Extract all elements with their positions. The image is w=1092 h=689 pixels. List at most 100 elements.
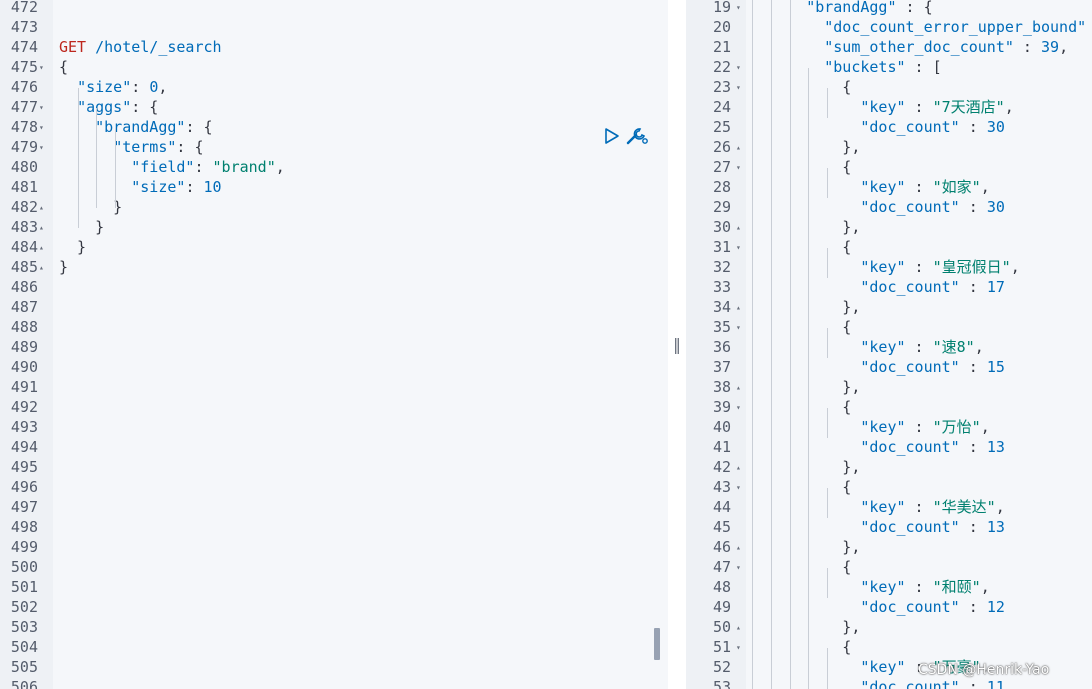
code-line: } — [59, 217, 104, 237]
fold-expand-icon[interactable]: ▴ — [736, 458, 741, 478]
code-line: "key" : "如家", — [752, 177, 989, 197]
line-number: 24 — [712, 98, 731, 116]
fold-collapse-icon[interactable]: ▾ — [39, 98, 44, 118]
line-number: 28 — [712, 178, 731, 196]
line-number: 493 — [10, 418, 38, 436]
line-number: 492 — [10, 398, 38, 416]
fold-expand-icon[interactable]: ▴ — [736, 538, 741, 558]
fold-collapse-icon[interactable]: ▾ — [39, 58, 44, 78]
code-token: } — [59, 218, 105, 236]
code-token: : — [194, 158, 213, 176]
line-number: 506 — [10, 678, 38, 689]
code-token: }, — [752, 458, 861, 476]
request-actions — [603, 126, 649, 146]
code-token: "doc_count" — [860, 598, 960, 616]
fold-collapse-icon[interactable]: ▾ — [736, 78, 741, 98]
code-line: "brandAgg": { — [59, 117, 212, 137]
code-line: "size": 10 — [59, 177, 221, 197]
fold-expand-icon[interactable]: ▴ — [39, 258, 44, 278]
code-line: { — [752, 637, 851, 657]
code-token: } — [59, 258, 69, 276]
code-line: "key" : "7天酒店", — [752, 97, 1013, 117]
code-token: { — [752, 238, 852, 256]
indent-guide — [827, 488, 828, 518]
code-line: "size": 0, — [59, 77, 167, 97]
code-token: 13 — [986, 518, 1005, 536]
code-line: "key" : "速8", — [752, 337, 983, 357]
code-token: "field" — [131, 158, 195, 176]
fold-collapse-icon[interactable]: ▾ — [736, 0, 741, 18]
fold-expand-icon[interactable]: ▴ — [39, 238, 44, 258]
code-line: { — [752, 317, 851, 337]
wrench-icon[interactable] — [625, 126, 649, 146]
line-number: 487 — [10, 298, 38, 316]
code-token: { — [752, 318, 852, 336]
fold-collapse-icon[interactable]: ▾ — [736, 238, 741, 258]
fold-expand-icon[interactable]: ▴ — [736, 218, 741, 238]
code-token: : — [905, 178, 933, 196]
line-number: 52 — [712, 658, 731, 676]
code-token: , — [275, 158, 285, 176]
code-token: }, — [752, 378, 861, 396]
fold-collapse-icon[interactable]: ▾ — [736, 398, 741, 418]
fold-collapse-icon[interactable]: ▾ — [736, 638, 741, 658]
code-token: "brandAgg" — [95, 118, 186, 136]
code-line: }, — [752, 137, 860, 157]
fold-expand-icon[interactable]: ▴ — [736, 378, 741, 398]
line-number: 44 — [712, 498, 731, 516]
fold-collapse-icon[interactable]: ▾ — [39, 138, 44, 158]
resize-handle-icon[interactable]: ‖ — [673, 335, 681, 354]
code-token: "key" — [860, 578, 906, 596]
code-line: { — [752, 557, 851, 577]
request-scrollbar[interactable] — [654, 628, 660, 660]
line-number: 21 — [712, 38, 731, 56]
fold-collapse-icon[interactable]: ▾ — [736, 318, 741, 338]
line-number: 481 — [10, 178, 38, 196]
indent-guide — [78, 88, 79, 228]
line-number: 53 — [712, 678, 731, 689]
line-number: 501 — [10, 578, 38, 596]
line-number: 474 — [10, 38, 38, 56]
line-number: 30 — [712, 218, 731, 236]
fold-collapse-icon[interactable]: ▾ — [736, 478, 741, 498]
fold-collapse-icon[interactable]: ▾ — [39, 118, 44, 138]
play-icon[interactable] — [603, 126, 621, 146]
response-viewer[interactable]: 19 ▾ "brandAgg" : {20 "doc_count_error_up… — [686, 0, 1092, 689]
code-token: "doc_count" — [860, 278, 960, 296]
line-number: 472 — [10, 0, 38, 16]
fold-expand-icon[interactable]: ▴ — [39, 218, 44, 238]
line-number: 46 — [712, 538, 731, 556]
fold-expand-icon[interactable]: ▴ — [39, 198, 44, 218]
code-token: : — [959, 678, 987, 689]
fold-collapse-icon[interactable]: ▾ — [736, 158, 741, 178]
line-number: 33 — [712, 278, 731, 296]
line-number: 480 — [10, 158, 38, 176]
indent-guide — [771, 0, 772, 689]
line-number: 42 — [712, 458, 731, 476]
indent-guide — [827, 648, 828, 689]
code-token: { — [752, 478, 852, 496]
code-token: "doc_count" — [860, 438, 960, 456]
code-token: : — [959, 598, 987, 616]
fold-collapse-icon[interactable]: ▾ — [736, 58, 741, 78]
line-number: 38 — [712, 378, 731, 396]
code-token: : — [905, 418, 933, 436]
fold-expand-icon[interactable]: ▴ — [736, 618, 741, 638]
fold-expand-icon[interactable]: ▴ — [736, 298, 741, 318]
code-token: : — [905, 338, 933, 356]
code-token: : — [1013, 38, 1041, 56]
code-line: { — [752, 477, 851, 497]
fold-expand-icon[interactable]: ▴ — [736, 138, 741, 158]
fold-collapse-icon[interactable]: ▾ — [736, 558, 741, 578]
request-editor[interactable]: 472 473 474 GET /hotel/_search 475 ▾{476 "siz… — [0, 0, 668, 689]
code-token: : — [131, 78, 150, 96]
code-token: "doc_count" — [860, 358, 960, 376]
